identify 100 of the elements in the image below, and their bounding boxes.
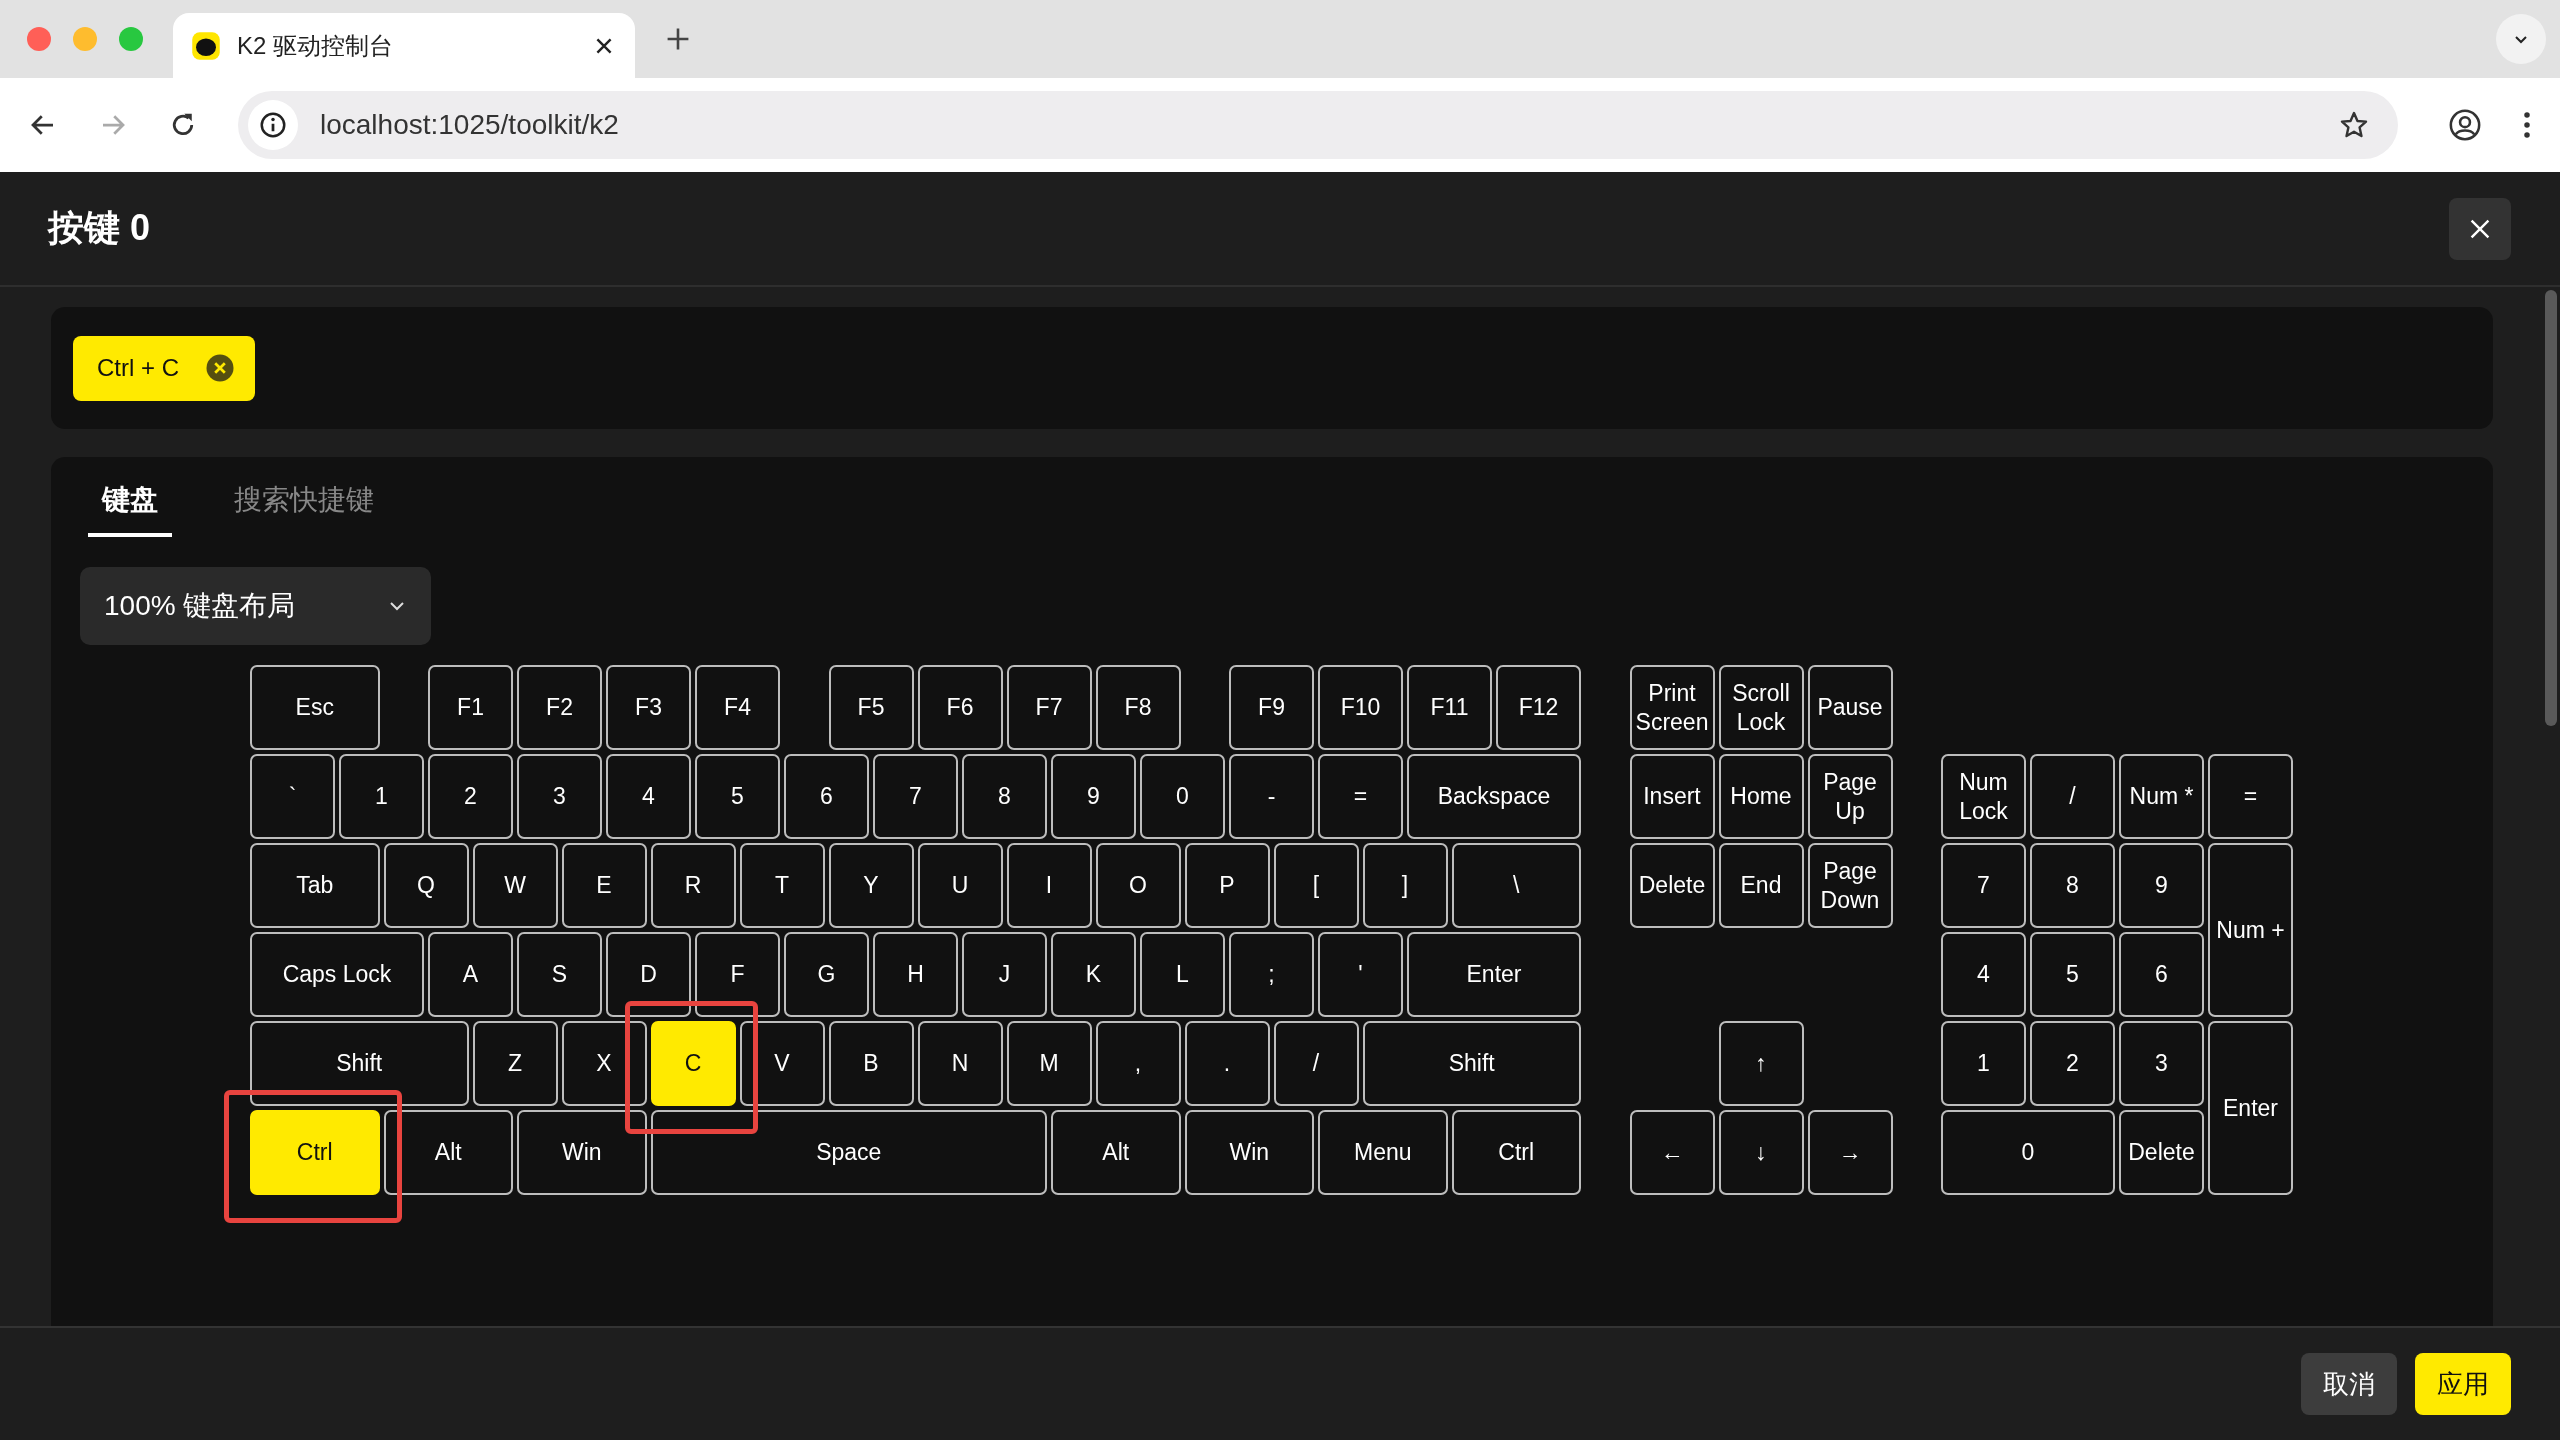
key[interactable]: F7 [1006,665,1092,750]
key[interactable]: 4 [606,754,691,839]
tab[interactable]: 搜索快捷键 [220,475,388,537]
address-bar[interactable]: localhost:1025/toolkit/k2 [238,91,2398,159]
key[interactable]: 7 [873,754,958,839]
key[interactable]: Home [1718,754,1804,839]
key[interactable]: N [917,1021,1003,1106]
key[interactable]: F6 [917,665,1003,750]
key[interactable]: Alt [383,1110,513,1195]
key[interactable]: Backspace [1407,754,1581,839]
key[interactable]: U [917,843,1003,928]
key[interactable]: 3 [2119,1021,2204,1106]
key[interactable]: F5 [828,665,914,750]
key[interactable]: 2 [428,754,513,839]
key[interactable]: Scroll Lock [1718,665,1804,750]
key[interactable]: I [1006,843,1092,928]
key[interactable]: ] [1362,843,1448,928]
key[interactable]: → [1807,1110,1893,1195]
key[interactable]: = [2208,754,2293,839]
key[interactable]: Q [383,843,469,928]
key[interactable]: L [1140,932,1225,1017]
key[interactable]: F3 [606,665,691,750]
key[interactable]: Ctrl [250,1110,380,1195]
key[interactable]: Shift [250,1021,469,1106]
key[interactable]: J [962,932,1047,1017]
key[interactable]: F2 [517,665,602,750]
key[interactable]: Page Down [1807,843,1893,928]
key[interactable]: 6 [2119,932,2204,1017]
key[interactable]: Win [517,1110,647,1195]
key[interactable]: F4 [695,665,780,750]
key[interactable]: Num * [2119,754,2204,839]
key[interactable]: Num Lock [1941,754,2026,839]
key[interactable]: 1 [1941,1021,2026,1106]
key[interactable]: M [1006,1021,1092,1106]
key[interactable]: 1 [339,754,424,839]
key[interactable]: Page Up [1807,754,1893,839]
key[interactable]: Enter [1407,932,1581,1017]
key[interactable]: ↑ [1718,1021,1804,1106]
key[interactable]: Insert [1629,754,1715,839]
key[interactable]: - [1229,754,1314,839]
key[interactable]: . [1184,1021,1270,1106]
key[interactable]: / [1273,1021,1359,1106]
info-icon[interactable] [258,110,288,140]
key[interactable]: F [695,932,780,1017]
key[interactable]: T [739,843,825,928]
key[interactable]: Num + [2208,843,2293,1017]
key[interactable]: E [561,843,647,928]
key[interactable]: D [606,932,691,1017]
key[interactable]: ↓ [1718,1110,1804,1195]
key[interactable]: = [1318,754,1403,839]
remove-icon[interactable] [205,353,235,383]
key[interactable]: V [739,1021,825,1106]
key[interactable]: Delete [1629,843,1715,928]
cancel-button[interactable]: 取消 [2301,1353,2397,1415]
key[interactable]: K [1051,932,1136,1017]
key[interactable]: Caps Lock [250,932,424,1017]
key[interactable]: G [784,932,869,1017]
layout-dropdown[interactable]: 100% 键盘布局 [80,567,431,645]
key[interactable]: Space [650,1110,1047,1195]
key[interactable]: Win [1184,1110,1314,1195]
key[interactable]: Pause [1807,665,1893,750]
key[interactable]: Menu [1318,1110,1448,1195]
key[interactable]: ` [250,754,335,839]
key[interactable]: Shift [1362,1021,1581,1106]
key[interactable]: , [1095,1021,1181,1106]
menu-icon[interactable] [2522,110,2532,140]
key[interactable]: F1 [428,665,513,750]
key[interactable]: S [517,932,602,1017]
key[interactable]: Delete [2119,1110,2204,1195]
key[interactable]: P [1184,843,1270,928]
key[interactable]: F12 [1496,665,1581,750]
key[interactable]: 2 [2030,1021,2115,1106]
key[interactable]: F11 [1407,665,1492,750]
key[interactable]: Alt [1051,1110,1181,1195]
key[interactable]: Tab [250,843,380,928]
key[interactable]: 9 [2119,843,2204,928]
scrollbar[interactable] [2545,290,2557,726]
key[interactable]: ← [1629,1110,1715,1195]
key[interactable]: / [2030,754,2115,839]
key[interactable]: End [1718,843,1804,928]
key[interactable]: W [472,843,558,928]
key[interactable]: F10 [1318,665,1403,750]
key[interactable]: Z [472,1021,558,1106]
key[interactable]: 0 [1941,1110,2115,1195]
key[interactable]: 4 [1941,932,2026,1017]
key[interactable]: 8 [2030,843,2115,928]
key[interactable]: A [428,932,513,1017]
key[interactable]: ; [1229,932,1314,1017]
key[interactable]: [ [1273,843,1359,928]
key[interactable]: B [828,1021,914,1106]
key[interactable]: 8 [962,754,1047,839]
key[interactable]: 7 [1941,843,2026,928]
browser-tab[interactable]: K2 驱动控制台 [173,13,635,78]
key[interactable]: 3 [517,754,602,839]
close-button[interactable] [2449,197,2511,260]
tab[interactable]: 键盘 [88,475,172,537]
profile-icon[interactable] [2448,108,2482,142]
key[interactable]: F9 [1229,665,1314,750]
key[interactable]: F8 [1095,665,1181,750]
key[interactable]: 5 [695,754,780,839]
